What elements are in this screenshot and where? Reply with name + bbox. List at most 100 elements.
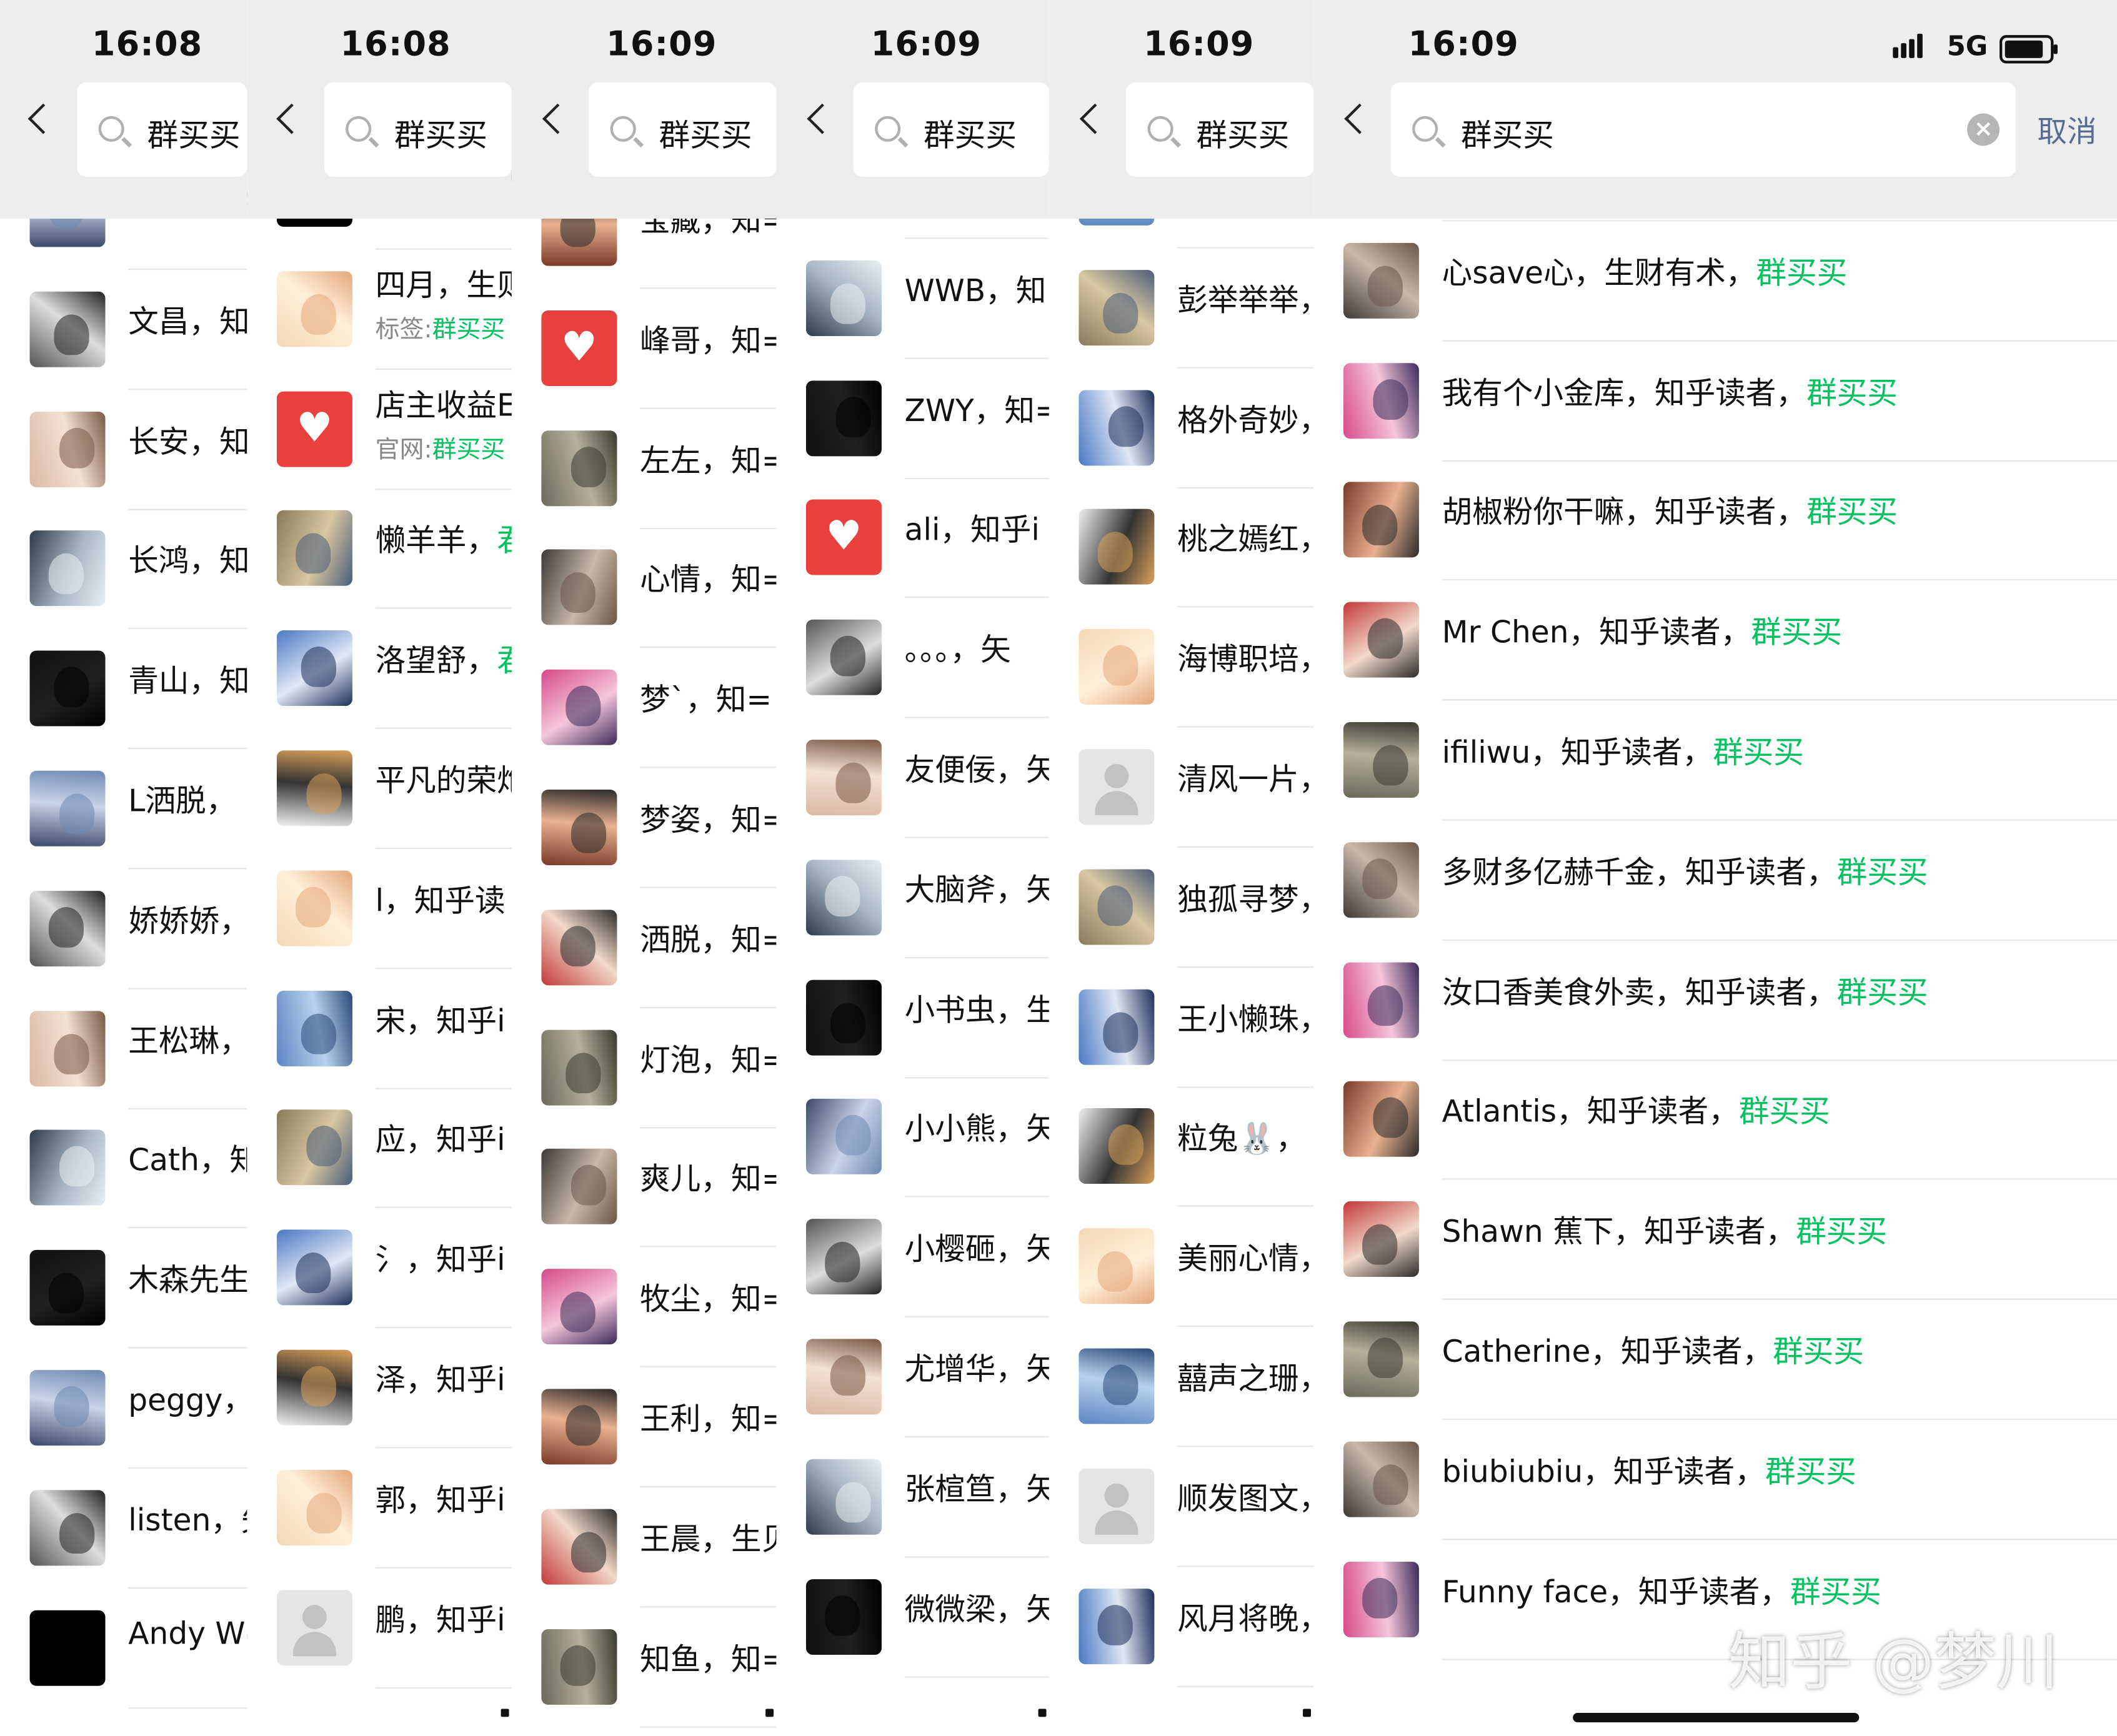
contact-name: 店主收益E <box>376 382 512 425</box>
contact-result-row[interactable]: Cath，知 <box>0 1110 247 1229</box>
contact-result-row[interactable]: Catherine，知乎读者，群买买 <box>1313 1301 2117 1421</box>
contact-result-row[interactable]: 爽儿，知= <box>512 1129 777 1248</box>
contact-result-row[interactable]: 王小懒珠， <box>1049 969 1314 1088</box>
contact-result-row[interactable]: peggy， <box>0 1350 247 1469</box>
contact-result-row[interactable]: 顺发图文， <box>1049 1448 1314 1567</box>
back-arrow-icon[interactable] <box>542 103 573 134</box>
contact-result-row[interactable]: 心情，知= <box>512 530 777 648</box>
contact-result-row[interactable]: 小小熊，矢 <box>776 1079 1049 1198</box>
contact-result-row[interactable]: Atlantis，知乎读者，群买买 <box>1313 1061 2117 1181</box>
search-input[interactable]: 群买买 × <box>1390 82 2016 177</box>
contact-result-row[interactable]: 懒羊羊，君 <box>247 490 512 610</box>
back-arrow-icon[interactable] <box>27 103 59 134</box>
contact-result-row[interactable]: 粒兔🐰， <box>1049 1088 1314 1208</box>
contact-result-row[interactable]: 彭举举举， <box>1049 249 1314 369</box>
contact-result-row[interactable]: Shawn 蕉下，知乎读者，群买买 <box>1313 1181 2117 1301</box>
contact-result-row[interactable]: 微微梁，矢 <box>776 1559 1049 1677</box>
contact-result-row[interactable]: 文昌，知 <box>0 271 247 390</box>
contact-avatar: ♥ <box>541 310 617 386</box>
contact-result-row[interactable]: 应，知乎i <box>247 1090 512 1209</box>
contact-result-row[interactable]: ♥ ali，知乎i <box>776 480 1049 599</box>
contact-result-row[interactable]: ZWY，知= <box>776 360 1049 479</box>
contact-result-row[interactable]: 梦`，知= <box>512 650 777 768</box>
contact-result-row[interactable]: l，知乎读 <box>247 850 512 969</box>
contact-result-row[interactable]: ♥ 峰哥，知= <box>512 290 777 409</box>
contact-result-row[interactable]: 汝口香美食外卖，知乎读者，群买买 <box>1313 941 2117 1061</box>
contact-result-row[interactable]: 娇娇娇， <box>0 870 247 990</box>
contact-avatar <box>805 260 882 336</box>
contact-result-row[interactable]: 美丽心情， <box>1049 1208 1314 1327</box>
contact-result-row[interactable]: 长鸿，知 <box>0 511 247 630</box>
contact-result-row[interactable]: 独孤寻梦， <box>1049 849 1314 968</box>
back-arrow-icon[interactable] <box>807 103 838 134</box>
contact-result-row[interactable]: 胡椒粉你干嘛，知乎读者，群买买 <box>1313 462 2117 581</box>
contact-result-row[interactable]: ♥ 店主收益E 官网:群买买 <box>247 370 512 490</box>
clear-search-icon[interactable]: × <box>1967 113 2000 146</box>
cancel-button[interactable]: 取消 <box>2038 108 2097 151</box>
contact-result-row[interactable]: 木森先生 <box>0 1230 247 1349</box>
contact-result-row[interactable]: 多财多亿赫千金，知乎读者，群买买 <box>1313 821 2117 941</box>
contact-result-row[interactable]: 我有个小金库，知乎读者，群买买 <box>1313 342 2117 462</box>
contact-name-text: 氵，知乎i <box>375 1243 506 1279</box>
contact-result-row[interactable]: 大脑斧，矢 <box>776 840 1049 958</box>
contact-result-row[interactable]: 洛望舒，君 <box>247 610 512 730</box>
contact-avatar <box>1343 1561 1419 1637</box>
contact-result-row[interactable]: 牧尘，知= <box>512 1249 777 1368</box>
contact-result-row[interactable]: 灯泡，知= <box>512 1009 777 1128</box>
contact-result-row[interactable]: 清风一片， <box>1049 729 1314 848</box>
contact-result-row[interactable]: 知鱼，知= <box>512 1609 777 1727</box>
contact-name: Shawn 蕉下，知乎读者，群买买 <box>1442 1208 1887 1251</box>
contact-result-row[interactable]: 风月将晚， <box>1049 1568 1314 1687</box>
contact-result-row[interactable]: 王松琳， <box>0 990 247 1109</box>
row-divider <box>1442 220 2117 222</box>
heart-logo-icon: ♥ <box>560 324 598 371</box>
contact-result-row[interactable]: 平凡的荣炮 <box>247 730 512 850</box>
contact-result-row[interactable]: 青山，知 <box>0 630 247 750</box>
search-input[interactable]: 群买买 <box>589 82 777 177</box>
contact-result-row[interactable]: 泽，知乎i <box>247 1329 512 1449</box>
contact-result-row[interactable]: 四月，生则标签:群买买 <box>247 250 512 370</box>
contact-result-row[interactable]: Andy Wc <box>0 1589 247 1709</box>
contact-result-row[interactable]: 小书虫，生 <box>776 959 1049 1078</box>
home-indicator[interactable] <box>1573 1712 1860 1723</box>
back-arrow-icon[interactable] <box>1079 103 1110 134</box>
contact-result-row[interactable]: biubiubiu，知乎读者，群买买 <box>1313 1421 2117 1540</box>
contact-result-row[interactable]: 宋，知乎i <box>247 970 512 1089</box>
contact-result-row[interactable]: 小樱砸，矢 <box>776 1199 1049 1318</box>
contact-result-row[interactable]: 洒脱，知= <box>512 889 777 1008</box>
contact-result-row[interactable]: L洒脱， <box>0 750 247 870</box>
contact-avatar <box>1343 362 1419 439</box>
contact-result-row[interactable]: 桃之嫣红， <box>1049 489 1314 608</box>
contact-result-row[interactable]: 心save心，生财有术，群买买 <box>1313 222 2117 342</box>
search-input[interactable]: 群买买 <box>77 82 247 177</box>
contact-result-row[interactable]: 。。。，矢 <box>776 600 1049 718</box>
avatar-figure-shape <box>48 906 84 948</box>
status-time: 16:08 <box>340 24 451 64</box>
contact-result-row[interactable]: 左左，知= <box>512 410 777 529</box>
avatar-figure-shape <box>48 553 84 595</box>
contact-result-row[interactable]: 友便佞，矢 <box>776 720 1049 838</box>
contact-result-row[interactable]: 尤增华，矢 <box>776 1319 1049 1438</box>
contact-result-row[interactable]: 长安，知 <box>0 391 247 510</box>
back-arrow-icon[interactable] <box>276 103 307 134</box>
row-divider <box>1442 579 2117 581</box>
contact-result-row[interactable]: 梦姿，知= <box>512 770 777 888</box>
contact-name-text: 海博职培， <box>1177 642 1313 678</box>
contact-result-row[interactable]: 格外奇妙， <box>1049 369 1314 489</box>
contact-result-row[interactable]: 王利，知= <box>512 1369 777 1488</box>
contact-result-row[interactable]: ifiliwu，知乎读者，群买买 <box>1313 702 2117 821</box>
search-input[interactable]: 群买买 <box>1126 82 1314 177</box>
contact-result-row[interactable]: 氵，知乎i <box>247 1209 512 1329</box>
contact-result-row[interactable]: 郭，知乎i <box>247 1449 512 1569</box>
contact-result-row[interactable]: 囍声之珊， <box>1049 1328 1314 1447</box>
search-input[interactable]: 群买买 <box>853 82 1049 177</box>
search-input[interactable]: 群买买 <box>324 82 512 177</box>
contact-result-row[interactable]: Mr Chen，知乎读者，群买买 <box>1313 582 2117 701</box>
back-arrow-icon[interactable] <box>1344 103 1375 134</box>
contact-result-row[interactable]: 海博职培， <box>1049 609 1314 728</box>
contact-result-row[interactable]: 张楦笪，矢 <box>776 1439 1049 1558</box>
contact-result-row[interactable]: 王晨，生贝 <box>512 1489 777 1607</box>
contact-result-row[interactable]: listen，矢 <box>0 1470 247 1589</box>
contact-result-row[interactable]: WWB，知 <box>776 240 1049 359</box>
contact-result-row[interactable]: 鹏，知乎i <box>247 1569 512 1689</box>
